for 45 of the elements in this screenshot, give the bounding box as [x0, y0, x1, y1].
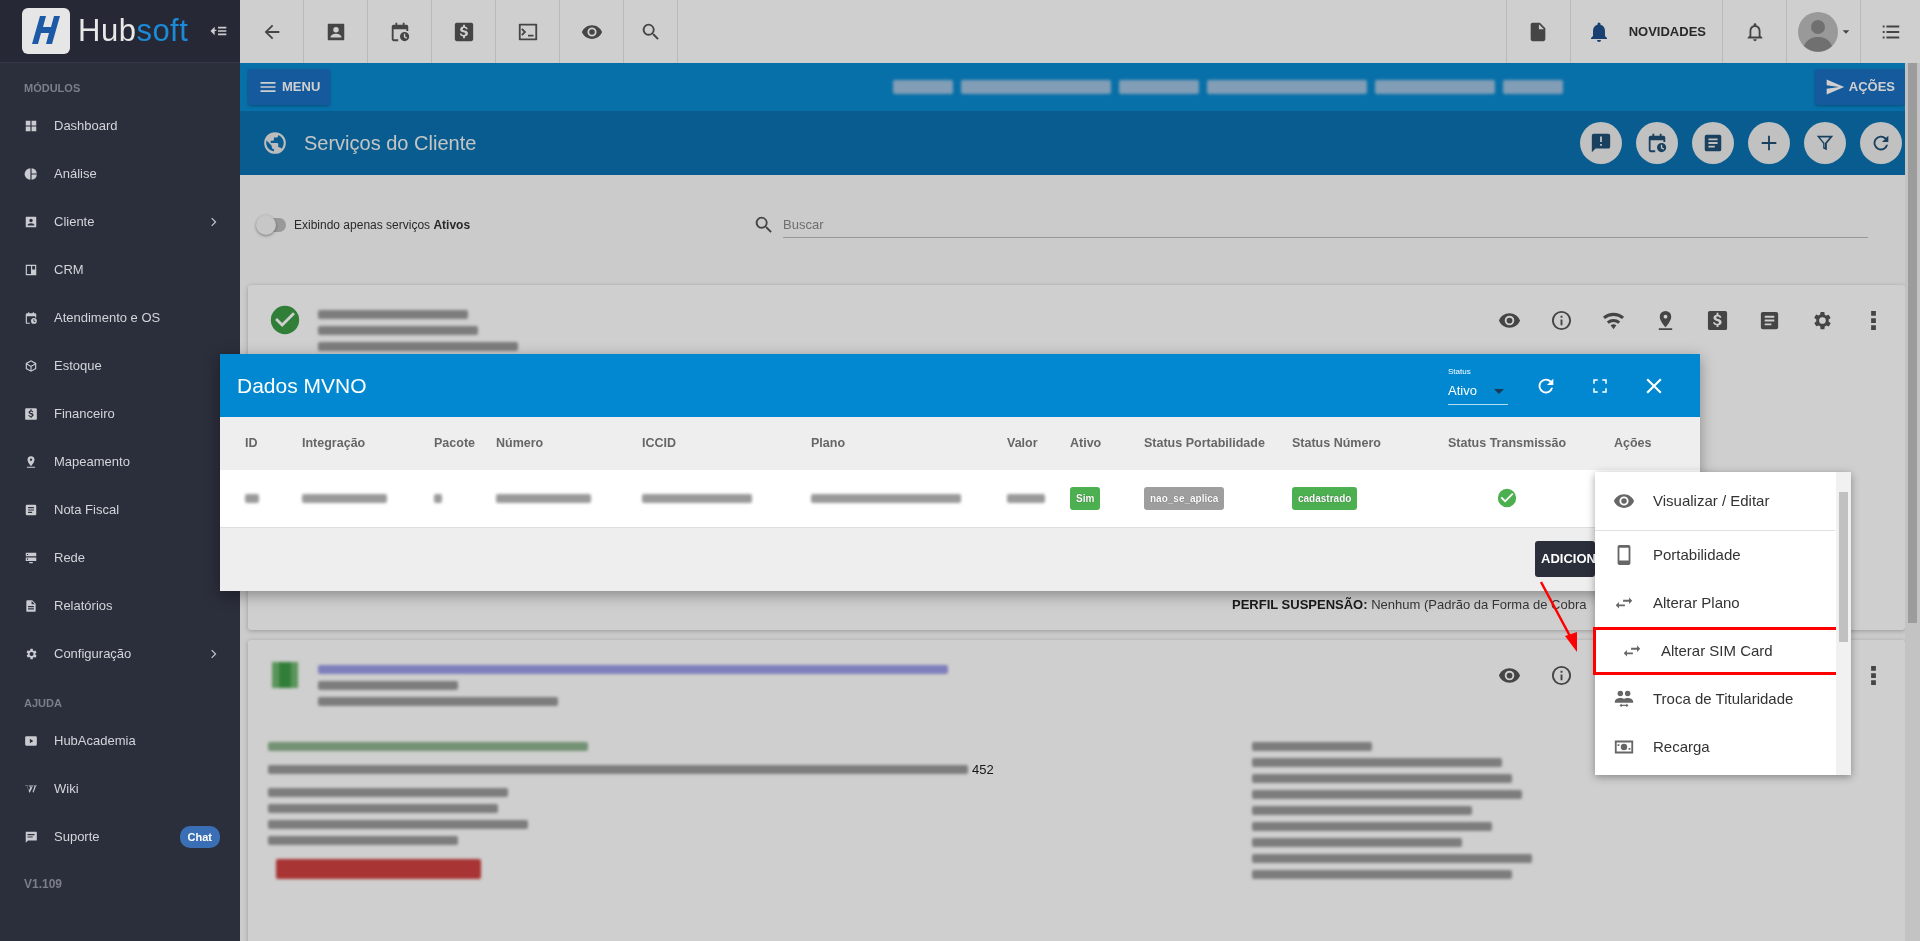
- column-header: Valor: [1007, 436, 1038, 451]
- sidebar-item[interactable]: Rede: [0, 534, 240, 582]
- section-title: AJUDA: [24, 695, 62, 711]
- column-header: Status Portabilidade: [1144, 436, 1265, 451]
- sidebar-item[interactable]: Dashboard: [0, 102, 240, 150]
- sidebar-item[interactable]: Atendimento e OS: [0, 294, 240, 342]
- column-header: Pacote: [434, 436, 475, 451]
- sidebar-item[interactable]: HubAcademia: [0, 717, 240, 765]
- sidebar-item[interactable]: Nota Fiscal: [0, 486, 240, 534]
- status-tag: cadastrado: [1292, 486, 1358, 510]
- sidebar-item[interactable]: Análise: [0, 150, 240, 198]
- status-select[interactable]: Status Ativo: [1448, 366, 1508, 405]
- column-header: Ações: [1614, 436, 1652, 451]
- column-header: Status Número: [1292, 436, 1381, 451]
- page-title: Serviços do Cliente: [304, 131, 477, 156]
- menu-item[interactable]: Alterar SIM Card: [1593, 627, 1839, 675]
- column-header: Status Transmissão: [1448, 436, 1567, 451]
- column-header: Plano: [811, 436, 846, 451]
- sidebar-item[interactable]: Cliente: [0, 198, 240, 246]
- section-title: MÓDULOS: [24, 80, 81, 96]
- column-header: Integração: [302, 436, 366, 451]
- status-tag: Sim: [1070, 486, 1101, 510]
- logo-text: Hubsoft: [78, 11, 189, 50]
- actions-button[interactable]: AÇÕES: [1814, 69, 1905, 105]
- sidebar-item[interactable]: Configuração: [0, 630, 240, 678]
- sidebar-item[interactable]: Relatórios: [0, 582, 240, 630]
- sidebar-item[interactable]: CRM: [0, 246, 240, 294]
- status-tag: nao_se_aplica: [1144, 486, 1225, 510]
- sidebar-item[interactable]: Suporte Chat: [0, 813, 240, 861]
- dialog-title: Dados MVNO: [237, 372, 367, 399]
- menu-button[interactable]: MENU: [248, 69, 331, 105]
- add-button[interactable]: ADICION: [1535, 540, 1595, 577]
- menu-item[interactable]: Visualizar / Editar: [1595, 472, 1835, 530]
- field-label: PERFIL SUSPENSÃO:: [1232, 597, 1368, 612]
- sidebar-item[interactable]: Mapeamento: [0, 438, 240, 486]
- toggle-label: Exibindo apenas serviços Ativos: [294, 217, 471, 234]
- column-header: Ativo: [1070, 436, 1102, 451]
- version-label: V1.109: [24, 877, 63, 891]
- column-header: Número: [496, 436, 544, 451]
- visible-text: 452: [972, 760, 994, 779]
- column-header: ICCID: [642, 436, 677, 451]
- chat-badge: Chat: [179, 825, 220, 849]
- search-field[interactable]: Buscar: [783, 211, 1868, 239]
- sidebar-item[interactable]: Wiki: [0, 765, 240, 813]
- column-header: ID: [245, 436, 258, 451]
